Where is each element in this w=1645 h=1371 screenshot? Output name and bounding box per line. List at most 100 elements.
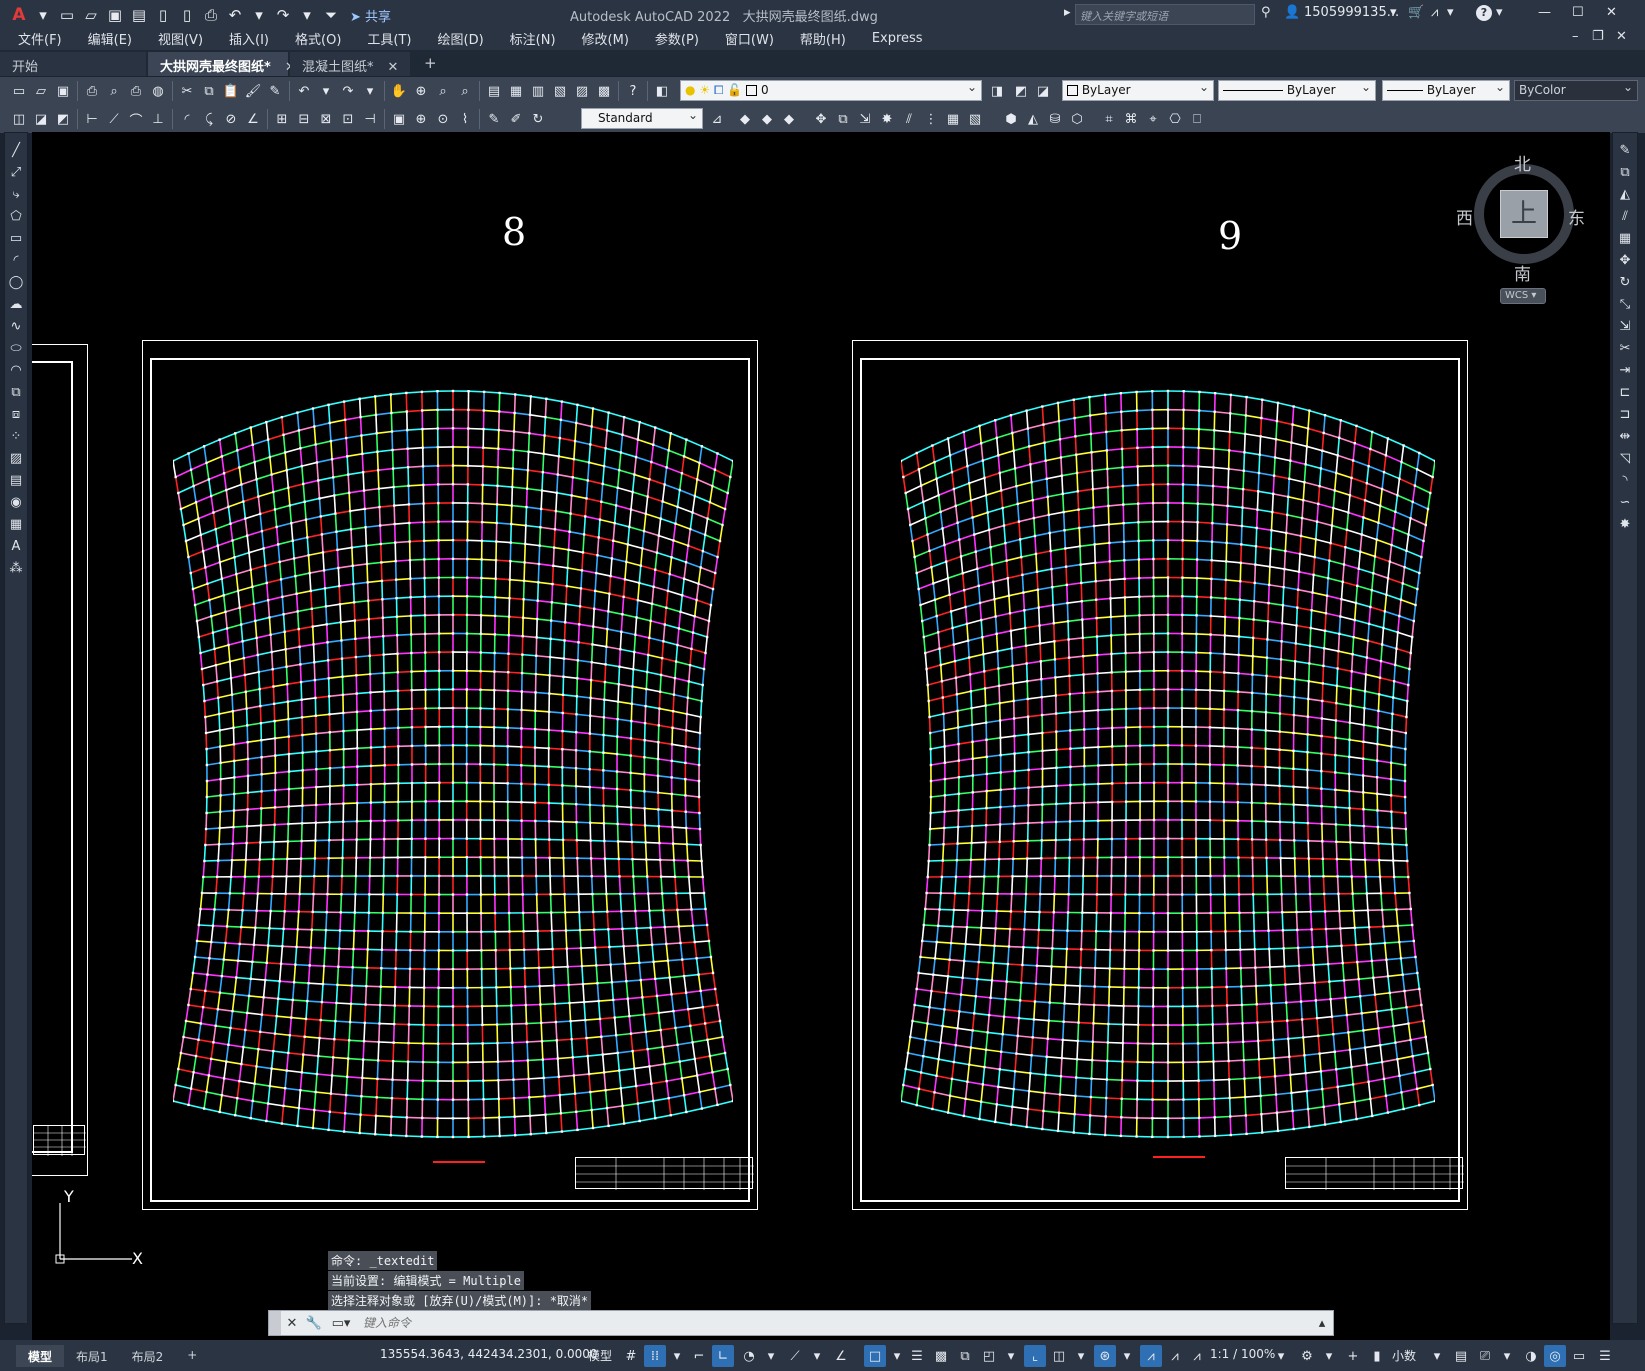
ungroup-icon[interactable]: ▧ xyxy=(964,108,986,130)
rotate-icon[interactable]: ↻ xyxy=(1614,271,1636,293)
undo-icon[interactable]: ↶ xyxy=(224,4,246,26)
solid-union-icon[interactable]: ⬡ xyxy=(1066,108,1088,130)
view-top-icon[interactable]: ◆ xyxy=(734,108,756,130)
group-icon[interactable]: ▦ xyxy=(942,108,964,130)
jogged-linear-icon[interactable]: ⌇ xyxy=(454,108,476,130)
copy-object-icon[interactable]: ⧉ xyxy=(832,108,854,130)
arc-length-icon[interactable]: ⌒ xyxy=(125,108,147,130)
pan-icon[interactable]: ✋ xyxy=(388,80,410,102)
move-icon[interactable]: ✥ xyxy=(810,108,832,130)
qnew-icon[interactable]: ▭ xyxy=(8,80,30,102)
undo-icon[interactable]: ↶ xyxy=(293,80,315,102)
plot-icon[interactable]: ⎙ xyxy=(81,80,103,102)
view-left-icon[interactable]: ◆ xyxy=(778,108,800,130)
continue-dim-icon[interactable]: ⊠ xyxy=(315,108,337,130)
menu-dimension[interactable]: 标注(N) xyxy=(510,29,556,48)
menu-parametric[interactable]: 参数(P) xyxy=(655,29,699,48)
point-icon[interactable]: ⁘ xyxy=(5,425,27,447)
arc-icon[interactable]: ◜ xyxy=(5,249,27,271)
help-icon[interactable]: ? xyxy=(622,80,644,102)
ordinate-dim-icon[interactable]: ⊥ xyxy=(147,108,169,130)
insert-block-icon[interactable]: ⧉ xyxy=(5,381,27,403)
menu-help[interactable]: 帮助(H) xyxy=(800,29,846,48)
menu-window[interactable]: 窗口(W) xyxy=(725,29,774,48)
menu-modify[interactable]: 修改(M) xyxy=(582,29,629,48)
publish-icon[interactable]: ⎙ xyxy=(125,80,147,102)
dim-update-icon[interactable]: ↻ xyxy=(527,108,549,130)
array-icon[interactable]: ⋮ xyxy=(920,108,942,130)
line-icon[interactable]: ╱ xyxy=(5,139,27,161)
doc-close-icon[interactable]: ✕ xyxy=(1616,29,1627,44)
tab-drawing-concrete[interactable]: 混凝土图纸* ✕ xyxy=(290,52,410,76)
make-current-layer-icon[interactable]: ◨ xyxy=(986,80,1008,102)
solid-wedge-icon[interactable]: ◭ xyxy=(1022,108,1044,130)
rectangle-icon[interactable]: ▭ xyxy=(5,227,27,249)
ucs-face-icon[interactable]: ⎔ xyxy=(1164,108,1186,130)
hatch-icon[interactable]: ▨ xyxy=(5,447,27,469)
plot-icon[interactable]: ⎙ xyxy=(200,4,222,26)
save-icon[interactable]: ▣ xyxy=(104,4,126,26)
zoom-previous-icon[interactable]: ⌕ xyxy=(454,80,476,102)
construction-line-icon[interactable]: ⤢ xyxy=(5,161,27,183)
paste-icon[interactable]: 📋 xyxy=(220,80,242,102)
layer-dropdown[interactable]: ● ☀ ⧠ 🔓 0 xyxy=(680,80,982,101)
chamfer-icon[interactable]: ◹ xyxy=(1614,447,1636,469)
user-account[interactable]: 1505999135... xyxy=(1304,5,1399,20)
extend-icon[interactable]: ⇥ xyxy=(1614,359,1636,381)
make-block-icon[interactable]: ⧈ xyxy=(5,403,27,425)
share-button[interactable]: ➤ 共享 xyxy=(350,6,391,25)
menu-format[interactable]: 格式(O) xyxy=(295,29,341,48)
menu-file[interactable]: 文件(F) xyxy=(18,29,62,48)
color-dropdown[interactable]: ByLayer xyxy=(1062,80,1214,101)
offset-icon[interactable]: ⫽ xyxy=(898,108,920,130)
tab-drawing-main[interactable]: 大拱网壳最终图纸*✕ xyxy=(148,52,296,76)
sheet-set-icon[interactable]: ▧ xyxy=(549,80,571,102)
tool-palettes-icon[interactable]: ▥ xyxy=(527,80,549,102)
maximize-window-icon[interactable]: ☐ xyxy=(1572,5,1584,20)
text-style-dropdown[interactable]: Standard xyxy=(581,108,703,129)
aligned-dim-icon[interactable]: ⟋ xyxy=(103,108,125,130)
draworder-icon[interactable]: ◪ xyxy=(30,108,52,130)
stretch-icon[interactable]: ⇲ xyxy=(854,108,876,130)
layer-properties-icon[interactable]: ◧ xyxy=(651,80,673,102)
solid-box-icon[interactable]: ⬢ xyxy=(1000,108,1022,130)
radius-dim-icon[interactable]: ◜ xyxy=(176,108,198,130)
menu-express[interactable]: Express xyxy=(872,31,923,46)
ucs-object-icon[interactable]: ⎕ xyxy=(1186,108,1208,130)
inspection-icon[interactable]: ⊙ xyxy=(432,108,454,130)
menu-tools[interactable]: 工具(T) xyxy=(367,29,411,48)
baseline-dim-icon[interactable]: ⊟ xyxy=(293,108,315,130)
zoom-realtime-icon[interactable]: ⊕ xyxy=(410,80,432,102)
ellipse-icon[interactable]: ⬭ xyxy=(5,337,27,359)
linear-dim-icon[interactable]: ⊢ xyxy=(81,108,103,130)
lineweight-dropdown[interactable]: ByLayer xyxy=(1382,80,1510,101)
search-expand-icon[interactable]: ▸ xyxy=(1064,5,1071,20)
menu-draw[interactable]: 绘图(D) xyxy=(438,29,484,48)
add-selected-icon[interactable]: ⁂ xyxy=(5,557,27,579)
plotstyle-dropdown[interactable]: ByColor xyxy=(1514,80,1638,101)
region-icon[interactable]: ◉ xyxy=(5,491,27,513)
break-at-point-icon[interactable]: ⊏ xyxy=(1614,381,1636,403)
ucs-icon[interactable]: ⌗ xyxy=(1098,108,1120,130)
explode-icon[interactable]: ✸ xyxy=(1614,513,1636,535)
plot-preview-icon[interactable]: ⌕ xyxy=(103,80,125,102)
tolerance-icon[interactable]: ▣ xyxy=(388,108,410,130)
a360-dropdown-icon[interactable]: ▾ xyxy=(1447,5,1454,20)
ellipse-arc-icon[interactable]: ◠ xyxy=(5,359,27,381)
design-center-icon[interactable]: ▦ xyxy=(505,80,527,102)
search-input[interactable]: 键入关键字或短语 xyxy=(1075,4,1255,25)
offset-icon[interactable]: ⫽ xyxy=(1614,205,1636,227)
properties-icon[interactable]: ▤ xyxy=(483,80,505,102)
angular-dim-icon[interactable]: ∠ xyxy=(242,108,264,130)
menu-insert[interactable]: 插入(I) xyxy=(229,29,269,48)
minimize-window-icon[interactable]: — xyxy=(1538,5,1551,20)
autocad-app-menu-icon[interactable]: A xyxy=(8,4,30,26)
tab-start[interactable]: 开始 xyxy=(0,52,146,76)
copy-icon[interactable]: ⧉ xyxy=(198,80,220,102)
open-file-icon[interactable]: ▱ xyxy=(80,4,102,26)
redo-dropdown-icon[interactable]: ▾ xyxy=(296,4,318,26)
open-icon[interactable]: ▱ xyxy=(30,80,52,102)
undo-dropdown-icon[interactable]: ▾ xyxy=(315,80,337,102)
tab-close-icon[interactable]: ✕ xyxy=(388,60,399,75)
user-dropdown-icon[interactable]: ▾ xyxy=(1390,5,1397,20)
